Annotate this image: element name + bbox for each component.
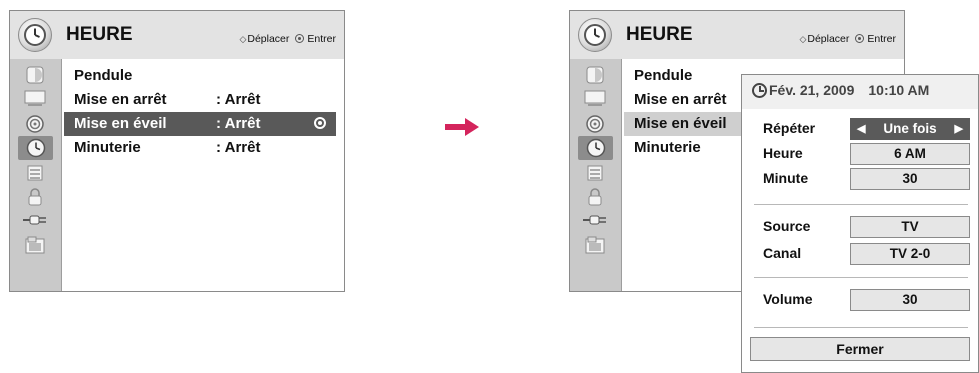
- enter-icon: [314, 117, 326, 129]
- menu-item-value: : Arrêt: [216, 115, 261, 132]
- menu-item-mise-en-eveil[interactable]: Mise en éveil : Arrêt: [64, 112, 336, 136]
- current-time: 10:10 AM: [868, 82, 930, 98]
- option-icon[interactable]: [581, 163, 609, 184]
- volume-field[interactable]: 30: [850, 289, 970, 311]
- input-icon[interactable]: [21, 211, 49, 232]
- menu-item-label: Mise en éveil: [74, 115, 167, 132]
- menu-item-label: Mise en éveil: [634, 115, 727, 132]
- picture-icon[interactable]: [21, 65, 49, 86]
- field-heure: Heure 6 AM: [742, 142, 978, 166]
- audio-icon[interactable]: [581, 114, 609, 135]
- close-button[interactable]: Fermer: [750, 337, 970, 361]
- field-repeter: Répéter ◀ Une fois ▶: [742, 117, 978, 141]
- wake-up-popup: Fév. 21, 2009 10:10 AM Répéter ◀ Une fois…: [741, 74, 979, 373]
- field-label: Canal: [763, 245, 802, 261]
- move-hint-label: Déplacer: [807, 33, 850, 45]
- arrow-right-icon: [445, 118, 479, 136]
- enter-hint-label: Entrer: [867, 33, 896, 45]
- field-source: Source TV: [742, 215, 978, 239]
- field-value: 30: [902, 292, 918, 307]
- menu-item-minuterie[interactable]: Minuterie : Arrêt: [72, 136, 336, 160]
- nav-hint: ◇Déplacer Entrer: [799, 33, 896, 45]
- divider: [754, 204, 968, 205]
- menu-title: HEURE: [626, 24, 693, 45]
- audio-icon[interactable]: [21, 114, 49, 135]
- minute-field[interactable]: 30: [850, 168, 970, 190]
- nav-hint: ◇Déplacer Entrer: [239, 33, 336, 45]
- screen-icon[interactable]: [21, 89, 49, 110]
- divider: [754, 327, 968, 328]
- menu-item-label: Mise en arrêt: [634, 91, 727, 108]
- arrow-left-icon[interactable]: ◀: [857, 119, 865, 139]
- arrow-right-icon[interactable]: ▶: [955, 119, 963, 139]
- menu-item-mise-en-arret[interactable]: Mise en arrêt : Arrêt: [72, 88, 336, 112]
- field-value: 30: [902, 171, 918, 186]
- popup-body: Répéter ◀ Une fois ▶ Heure 6 AM Minute 3…: [742, 109, 978, 372]
- enter-hint-label: Entrer: [307, 33, 336, 45]
- menu-item-label: Mise en arrêt: [74, 91, 167, 108]
- source-field[interactable]: TV: [850, 216, 970, 238]
- menu-item-value: : Arrêt: [216, 91, 261, 108]
- lock-icon[interactable]: [581, 187, 609, 208]
- time-menu-list: Pendule Mise en arrêt : Arrêt Mise en év…: [62, 59, 344, 291]
- category-sidebar: [570, 59, 622, 291]
- field-label: Minute: [763, 170, 809, 186]
- clock-icon: [752, 83, 767, 98]
- menu-item-label: Pendule: [634, 67, 693, 84]
- field-value: TV 2-0: [889, 246, 931, 261]
- menu-title: HEURE: [66, 24, 133, 45]
- input-icon[interactable]: [581, 211, 609, 232]
- clock-icon: [18, 18, 52, 52]
- field-label: Volume: [763, 291, 813, 307]
- enter-icon: [855, 34, 865, 43]
- enter-icon: [295, 34, 305, 43]
- field-canal: Canal TV 2-0: [742, 242, 978, 266]
- field-minute: Minute 30: [742, 167, 978, 191]
- lock-icon[interactable]: [21, 187, 49, 208]
- menu-item-label: Minuterie: [634, 139, 701, 156]
- clock-icon: [578, 18, 612, 52]
- field-volume: Volume 30: [742, 288, 978, 312]
- clock-icon[interactable]: [18, 136, 53, 160]
- menu-item-value: : Arrêt: [216, 139, 261, 156]
- usb-icon[interactable]: [581, 235, 609, 256]
- field-label: Heure: [763, 145, 803, 161]
- field-value: TV: [901, 219, 919, 234]
- channel-field[interactable]: TV 2-0: [850, 243, 970, 265]
- option-icon[interactable]: [21, 163, 49, 184]
- move-hint-label: Déplacer: [247, 33, 290, 45]
- time-menu-left: HEURE ◇Déplacer Entrer Pendule Mise en a…: [9, 10, 345, 292]
- picture-icon[interactable]: [581, 65, 609, 86]
- current-datetime: Fév. 21, 2009 10:10 AM: [752, 82, 929, 98]
- menu-item-pendule[interactable]: Pendule: [72, 64, 336, 88]
- menu-item-label: Minuterie: [74, 139, 141, 156]
- field-value: 6 AM: [894, 146, 926, 161]
- hour-field[interactable]: 6 AM: [850, 143, 970, 165]
- current-date: Fév. 21, 2009: [769, 82, 855, 98]
- move-arrows-icon: ◇: [239, 34, 247, 44]
- category-sidebar: [10, 59, 62, 291]
- field-value: Une fois: [883, 121, 937, 136]
- menu-header: HEURE ◇Déplacer Entrer: [10, 11, 344, 59]
- field-label: Répéter: [763, 120, 816, 136]
- usb-icon[interactable]: [21, 235, 49, 256]
- menu-header: HEURE ◇Déplacer Entrer: [570, 11, 904, 59]
- move-arrows-icon: ◇: [799, 34, 807, 44]
- field-label: Source: [763, 218, 811, 234]
- menu-item-label: Pendule: [74, 67, 133, 84]
- repeat-selector[interactable]: ◀ Une fois ▶: [850, 118, 970, 140]
- clock-icon[interactable]: [578, 136, 613, 160]
- screen-icon[interactable]: [581, 89, 609, 110]
- divider: [754, 277, 968, 278]
